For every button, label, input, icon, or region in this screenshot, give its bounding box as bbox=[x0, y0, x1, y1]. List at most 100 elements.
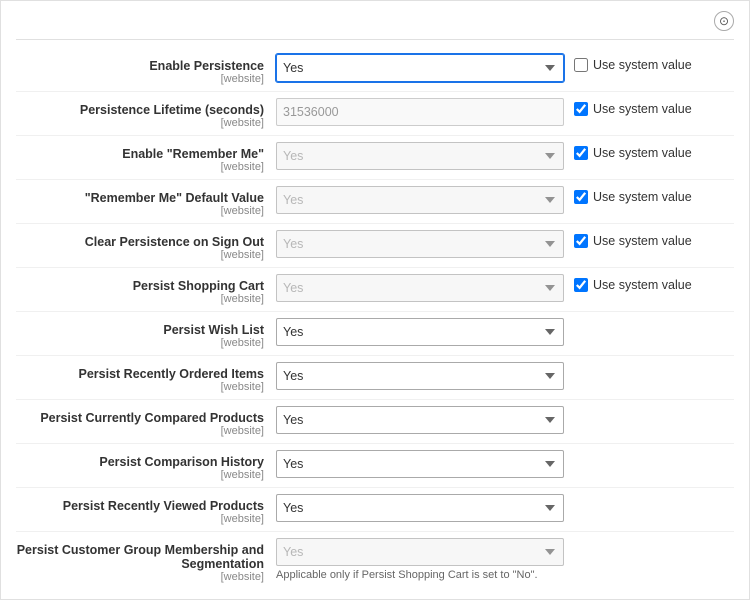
system-col: Use system value bbox=[574, 142, 734, 160]
form-row: Clear Persistence on Sign Out[website]Ye… bbox=[16, 224, 734, 268]
form-row: Persist Shopping Cart[website]YesNoUse s… bbox=[16, 268, 734, 312]
system-value-checkbox-wrap[interactable]: Use system value bbox=[574, 146, 692, 160]
form-rows-container: Enable Persistence[website]YesNoUse syst… bbox=[16, 48, 734, 589]
field-sublabel: [website] bbox=[16, 249, 264, 261]
field-input[interactable] bbox=[276, 98, 564, 126]
field-label: Persist Customer Group Membership and Se… bbox=[16, 543, 264, 571]
field-label: Persist Currently Compared Products bbox=[16, 411, 264, 425]
general-options-section: ⊙ Enable Persistence[website]YesNoUse sy… bbox=[0, 0, 750, 600]
system-value-label: Use system value bbox=[593, 234, 692, 248]
form-row: Enable Persistence[website]YesNo Use syst… bbox=[16, 48, 734, 92]
field-sublabel: [website] bbox=[16, 469, 264, 481]
field-sublabel: [website] bbox=[16, 117, 264, 129]
label-col: Persist Comparison History[website] bbox=[16, 450, 276, 481]
field-sublabel: [website] bbox=[16, 161, 264, 173]
control-col: YesNo Applicable only if Persist Shopping… bbox=[276, 538, 574, 581]
field-sublabel: [website] bbox=[16, 571, 264, 583]
field-select[interactable]: YesNo bbox=[276, 230, 564, 258]
form-row: Persist Recently Ordered Items[website]Y… bbox=[16, 356, 734, 400]
field-select[interactable]: YesNo bbox=[276, 318, 564, 346]
field-sublabel: [website] bbox=[16, 381, 264, 393]
field-label: "Remember Me" Default Value bbox=[16, 191, 264, 205]
system-value-checkbox-wrap[interactable]: Use system value bbox=[574, 234, 692, 248]
label-col: Persist Currently Compared Products[webs… bbox=[16, 406, 276, 437]
field-select[interactable]: YesNo bbox=[276, 494, 564, 522]
system-value-checkbox-wrap[interactable]: Use system value bbox=[574, 58, 692, 72]
field-note: Applicable only if Persist Shopping Cart… bbox=[276, 569, 564, 581]
field-label: Persist Comparison History bbox=[16, 455, 264, 469]
control-col: YesNo bbox=[276, 274, 574, 302]
system-col bbox=[574, 538, 734, 542]
system-value-checkbox-wrap[interactable]: Use system value bbox=[574, 278, 692, 292]
system-col bbox=[574, 406, 734, 410]
system-value-checkbox[interactable] bbox=[574, 146, 588, 160]
label-col: "Remember Me" Default Value[website] bbox=[16, 186, 276, 217]
form-row: "Remember Me" Default Value[website]YesN… bbox=[16, 180, 734, 224]
form-row: Persist Currently Compared Products[webs… bbox=[16, 400, 734, 444]
system-value-label: Use system value bbox=[593, 102, 692, 116]
field-select[interactable]: YesNo bbox=[276, 274, 564, 302]
label-col: Persist Customer Group Membership and Se… bbox=[16, 538, 276, 583]
field-sublabel: [website] bbox=[16, 337, 264, 349]
system-col bbox=[574, 494, 734, 498]
field-select[interactable]: YesNo bbox=[276, 142, 564, 170]
system-col bbox=[574, 450, 734, 454]
system-value-checkbox[interactable] bbox=[574, 58, 588, 72]
system-value-checkbox-wrap[interactable]: Use system value bbox=[574, 190, 692, 204]
system-value-checkbox[interactable] bbox=[574, 190, 588, 204]
field-label: Persistence Lifetime (seconds) bbox=[16, 103, 264, 117]
label-col: Persist Wish List[website] bbox=[16, 318, 276, 349]
control-col: YesNo bbox=[276, 362, 574, 390]
label-col: Clear Persistence on Sign Out[website] bbox=[16, 230, 276, 261]
section-header: ⊙ bbox=[16, 11, 734, 40]
system-value-checkbox-wrap[interactable]: Use system value bbox=[574, 102, 692, 116]
control-col: YesNo bbox=[276, 450, 574, 478]
field-sublabel: [website] bbox=[16, 205, 264, 217]
label-col: Enable "Remember Me"[website] bbox=[16, 142, 276, 173]
form-row: Persist Recently Viewed Products[website… bbox=[16, 488, 734, 532]
system-value-label: Use system value bbox=[593, 190, 692, 204]
field-select[interactable]: YesNo bbox=[276, 362, 564, 390]
control-col: YesNo bbox=[276, 54, 574, 82]
system-col: Use system value bbox=[574, 186, 734, 204]
collapse-icon: ⊙ bbox=[719, 14, 729, 28]
system-value-label: Use system value bbox=[593, 58, 692, 72]
system-col bbox=[574, 318, 734, 322]
label-col: Persist Recently Viewed Products[website… bbox=[16, 494, 276, 525]
field-select[interactable]: YesNo bbox=[276, 186, 564, 214]
field-sublabel: [website] bbox=[16, 73, 264, 85]
form-row: Enable "Remember Me"[website]YesNoUse sy… bbox=[16, 136, 734, 180]
form-row: Persist Comparison History[website]YesNo bbox=[16, 444, 734, 488]
system-col: Use system value bbox=[574, 230, 734, 248]
label-col: Persistence Lifetime (seconds)[website] bbox=[16, 98, 276, 129]
label-col: Enable Persistence[website] bbox=[16, 54, 276, 85]
field-label: Persist Shopping Cart bbox=[16, 279, 264, 293]
field-label: Enable "Remember Me" bbox=[16, 147, 264, 161]
field-label: Persist Wish List bbox=[16, 323, 264, 337]
field-label: Clear Persistence on Sign Out bbox=[16, 235, 264, 249]
field-label: Persist Recently Viewed Products bbox=[16, 499, 264, 513]
label-col: Persist Shopping Cart[website] bbox=[16, 274, 276, 305]
form-row: Persist Wish List[website]YesNo bbox=[16, 312, 734, 356]
field-select[interactable]: YesNo bbox=[276, 450, 564, 478]
form-row: Persistence Lifetime (seconds)[website] U… bbox=[16, 92, 734, 136]
system-value-checkbox[interactable] bbox=[574, 234, 588, 248]
control-col: YesNo bbox=[276, 406, 574, 434]
control-col: YesNo bbox=[276, 318, 574, 346]
field-select[interactable]: YesNo bbox=[276, 538, 564, 566]
field-sublabel: [website] bbox=[16, 513, 264, 525]
field-select[interactable]: YesNo bbox=[276, 406, 564, 434]
control-col: YesNo bbox=[276, 186, 574, 214]
system-col bbox=[574, 362, 734, 366]
system-col: Use system value bbox=[574, 54, 734, 72]
collapse-button[interactable]: ⊙ bbox=[714, 11, 734, 31]
control-col: YesNo bbox=[276, 230, 574, 258]
control-col: YesNo bbox=[276, 142, 574, 170]
field-select[interactable]: YesNo bbox=[276, 54, 564, 82]
system-value-checkbox[interactable] bbox=[574, 102, 588, 116]
system-value-checkbox[interactable] bbox=[574, 278, 588, 292]
system-value-label: Use system value bbox=[593, 146, 692, 160]
control-col bbox=[276, 98, 574, 126]
field-sublabel: [website] bbox=[16, 293, 264, 305]
system-value-label: Use system value bbox=[593, 278, 692, 292]
